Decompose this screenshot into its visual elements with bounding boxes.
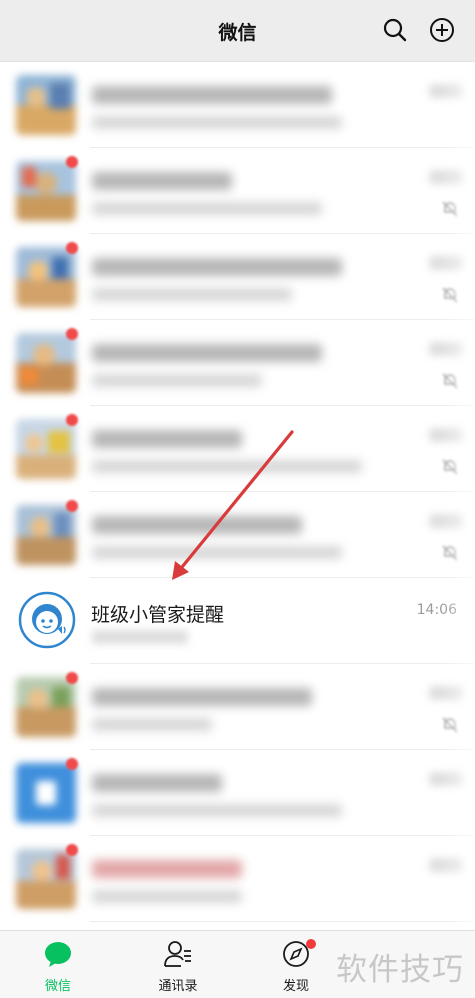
tab-label: 通讯录: [158, 979, 198, 994]
add-plus-icon[interactable]: [428, 16, 456, 44]
blurred-chat-name: [92, 86, 332, 104]
blurred-chat-preview: [92, 804, 342, 817]
blurred-chat-name: [92, 860, 242, 878]
chat-row-blurred[interactable]: [0, 320, 475, 406]
tab-contacts[interactable]: 通讯录: [138, 937, 218, 995]
mute-bell-icon: [441, 458, 459, 476]
blurred-chat-name: [92, 774, 222, 792]
chat-row-blurred[interactable]: [0, 664, 475, 750]
blurred-chat-name: [92, 344, 322, 362]
blurred-chat-time: [429, 514, 463, 528]
blurred-chat-time: [429, 256, 463, 270]
unread-dot: [66, 672, 78, 684]
chat-row-blurred[interactable]: [0, 492, 475, 578]
blurred-chat-preview: [92, 630, 188, 644]
class-manager-avatar-icon: [18, 591, 76, 649]
blurred-chat-preview: [92, 288, 292, 301]
blurred-chat-preview: [92, 374, 262, 387]
blurred-chat-time: [429, 772, 463, 786]
chat-row-blurred[interactable]: [0, 750, 475, 836]
chat-row-blurred[interactable]: [0, 836, 475, 922]
unread-dot: [66, 156, 78, 168]
unread-dot: [66, 242, 78, 254]
chat-row-blurred[interactable]: [0, 148, 475, 234]
mute-bell-icon: [441, 200, 459, 218]
blurred-chat-time: [429, 428, 463, 442]
blurred-chat-name: [92, 516, 302, 534]
chat-row-blurred[interactable]: [0, 406, 475, 492]
unread-dot: [66, 500, 78, 512]
avatar: [16, 419, 76, 479]
blurred-chat-preview: [92, 116, 342, 129]
avatar: [16, 75, 76, 135]
chat-bubble-icon: [43, 939, 73, 969]
chat-row-blurred[interactable]: [0, 234, 475, 320]
blurred-chat-time: [429, 170, 463, 184]
blurred-chat-preview: [92, 890, 242, 903]
avatar: [16, 247, 76, 307]
chat-name: 班级小管家提醒: [91, 604, 225, 626]
row-divider: [90, 921, 475, 922]
chat-time: 14:06: [416, 602, 457, 618]
search-icon[interactable]: [381, 16, 409, 44]
chat-list: 班级小管家提醒 14:06: [0, 62, 475, 930]
tab-discover[interactable]: 发现: [256, 937, 336, 995]
watermark-text: 软件技巧: [336, 952, 464, 988]
unread-dot: [66, 844, 78, 856]
blurred-chat-preview: [92, 718, 212, 731]
contacts-icon: [163, 939, 193, 969]
blurred-chat-time: [429, 858, 463, 872]
blurred-chat-preview: [92, 202, 322, 215]
unread-dot: [66, 414, 78, 426]
mute-bell-icon: [441, 716, 459, 734]
tab-label: 微信: [44, 979, 71, 994]
blurred-chat-preview: [92, 460, 362, 473]
avatar: [16, 333, 76, 393]
avatar: [16, 849, 76, 909]
mute-bell-icon: [441, 286, 459, 304]
blurred-chat-name: [92, 172, 232, 190]
avatar: [16, 677, 76, 737]
unread-dot: [66, 328, 78, 340]
blurred-chat-name: [92, 688, 312, 706]
blurred-chat-name: [92, 258, 342, 276]
tab-chats[interactable]: 微信: [18, 937, 98, 995]
blurred-chat-preview: [92, 546, 342, 559]
blurred-chat-time: [429, 84, 463, 98]
mute-bell-icon: [441, 544, 459, 562]
blurred-chat-time: [429, 686, 463, 700]
avatar: [16, 161, 76, 221]
chat-row-class-manager[interactable]: 班级小管家提醒 14:06: [0, 578, 475, 664]
tab-label: 发现: [282, 979, 309, 994]
blurred-chat-name: [92, 430, 242, 448]
avatar: [16, 763, 76, 823]
unread-dot: [66, 758, 78, 770]
avatar: [16, 505, 76, 565]
blurred-chat-time: [429, 342, 463, 356]
top-bar: 微信: [0, 0, 475, 62]
chat-row-blurred[interactable]: [0, 62, 475, 148]
mute-bell-icon: [441, 372, 459, 390]
discover-badge: [306, 939, 316, 949]
